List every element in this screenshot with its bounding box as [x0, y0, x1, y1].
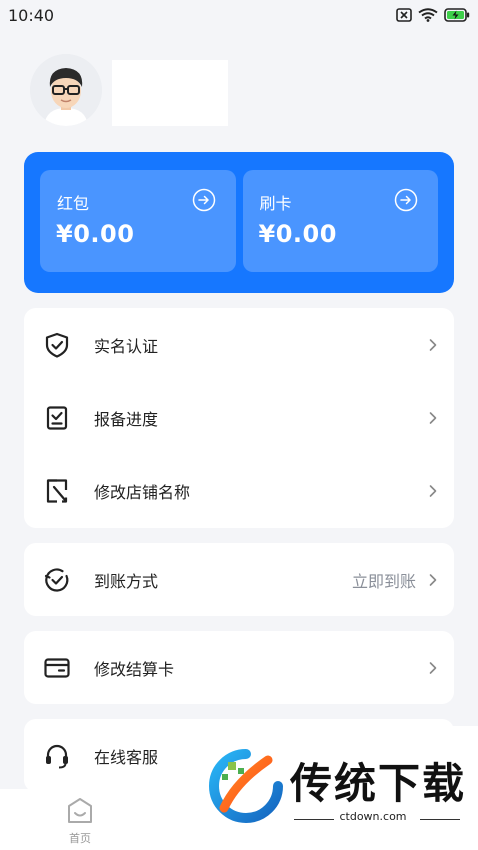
wallet-amount: ¥0.00 — [56, 220, 135, 248]
status-bar: 10:40 — [0, 0, 478, 30]
menu-item-settlement-method[interactable]: 到账方式 立即到账 — [24, 543, 454, 616]
settlement-card-card: 修改结算卡 — [24, 631, 454, 704]
wallet-amount: ¥0.00 — [258, 220, 337, 248]
tab-home-label: 首页 — [69, 832, 91, 845]
menu-label: 在线客服 — [94, 747, 159, 767]
menu-label: 修改店铺名称 — [94, 482, 191, 502]
headset-icon — [42, 741, 72, 771]
menu-item-edit-store-name[interactable]: 修改店铺名称 — [24, 454, 454, 527]
chevron-right-icon — [429, 411, 437, 424]
wifi-icon — [418, 8, 438, 22]
watermark-logo-icon — [209, 749, 283, 823]
red-packet-card[interactable]: 红包 ¥0.00 — [40, 170, 236, 272]
menu-label: 修改结算卡 — [94, 659, 175, 679]
menu-label: 实名认证 — [94, 336, 159, 356]
menu-label: 到账方式 — [94, 571, 159, 591]
status-icons — [396, 8, 470, 22]
chevron-right-icon — [429, 573, 437, 586]
settlement-value: 立即到账 — [351, 571, 416, 591]
menu-item-filing-progress[interactable]: 报备进度 — [24, 381, 454, 454]
shield-check-icon — [42, 330, 72, 360]
edit-document-icon — [42, 476, 72, 506]
chevron-right-icon — [429, 484, 437, 497]
menu-item-real-name[interactable]: 实名认证 — [24, 308, 454, 381]
arrow-right-circle-icon[interactable] — [192, 188, 216, 212]
wallet-label: 红包 — [57, 194, 90, 213]
arrow-right-circle-icon[interactable] — [394, 188, 418, 212]
watermark-divider — [420, 819, 460, 820]
bank-card-icon — [42, 653, 72, 683]
username-placeholder — [112, 60, 228, 126]
chevron-right-icon — [429, 661, 437, 674]
menu-item-edit-settlement-card[interactable]: 修改结算卡 — [24, 631, 454, 704]
menu-label: 报备进度 — [94, 409, 159, 429]
avatar[interactable] — [30, 54, 102, 126]
account-menu-card: 实名认证 报备进度 修改店铺名称 — [24, 308, 454, 528]
sim-off-icon — [396, 8, 412, 22]
profile-header — [30, 54, 228, 126]
wallet-panel: 红包 ¥0.00 刷卡 ¥0.00 — [24, 152, 454, 293]
home-icon — [68, 798, 92, 823]
watermark-url: ctdown.com — [339, 810, 407, 823]
watermark-overlay: 传统下载 ctdown.com — [198, 726, 478, 850]
battery-charging-icon — [444, 8, 470, 22]
watermark-title: 传统下载 — [290, 759, 467, 808]
settlement-method-card: 到账方式 立即到账 — [24, 543, 454, 616]
clipboard-check-icon — [42, 403, 72, 433]
wallet-label: 刷卡 — [259, 194, 292, 213]
tab-home[interactable]: 首页 — [52, 797, 108, 846]
check-circle-arrow-icon — [42, 565, 72, 595]
card-swipe-card[interactable]: 刷卡 ¥0.00 — [242, 170, 438, 272]
status-time: 10:40 — [8, 5, 55, 25]
chevron-right-icon — [429, 338, 437, 351]
